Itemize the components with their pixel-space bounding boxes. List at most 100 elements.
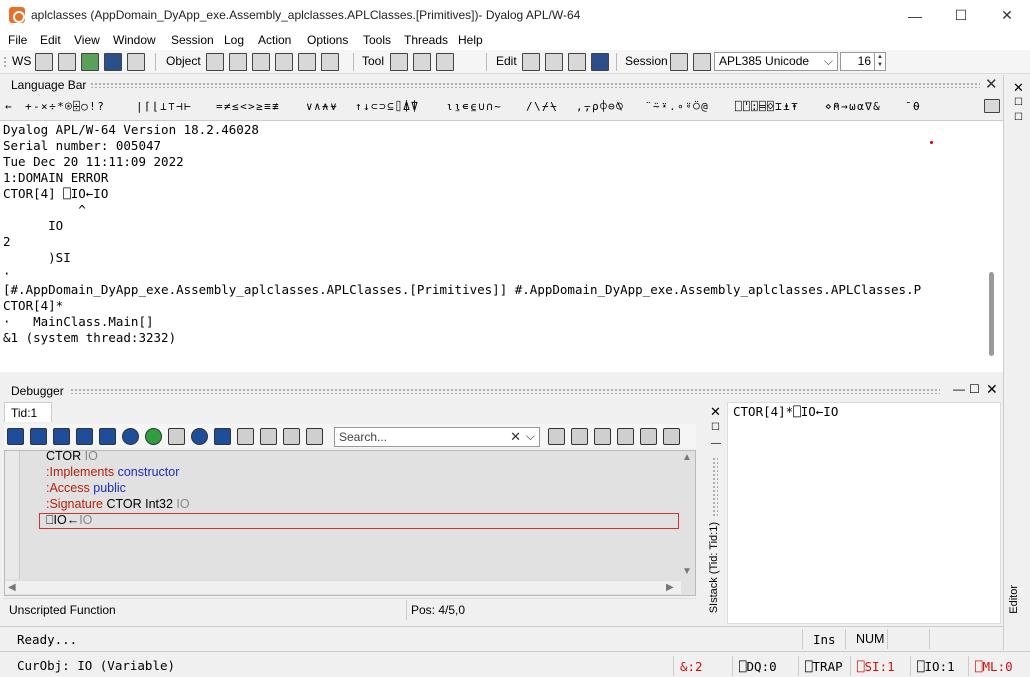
copy-ws-icon[interactable] [81, 53, 99, 71]
edit-copy-icon[interactable] [522, 53, 540, 71]
menu-options[interactable]: Options [307, 33, 348, 47]
glyph-group[interactable]: +-×÷*⍟⌹○!? [25, 100, 105, 113]
edit-name-icon[interactable] [168, 428, 185, 445]
edit-redo-icon[interactable] [591, 53, 609, 71]
pause-icon[interactable] [214, 428, 231, 445]
clear-stops-icon[interactable] [237, 428, 254, 445]
load-ws-icon[interactable] [58, 53, 76, 71]
continue-icon[interactable] [122, 428, 139, 445]
glyph-group[interactable]: |⌈⌊⊥⊤⊣⊢ [136, 100, 192, 113]
glyph-group[interactable]: =≠≤<>≥≡≢ [216, 100, 280, 113]
code-line[interactable]: CTOR IO [46, 449, 98, 463]
sistack-close-icon[interactable]: ✕ [710, 404, 721, 420]
grip-dots[interactable] [70, 388, 940, 394]
continue-trace-icon[interactable] [99, 428, 116, 445]
code-horizontal-scrollbar[interactable]: ◀ ▶ [5, 580, 681, 594]
explorer-icon[interactable] [390, 53, 408, 71]
sistack-minimize-icon[interactable]: — [711, 438, 721, 449]
code-gutter[interactable] [5, 451, 20, 579]
restart-threads-icon[interactable] [145, 428, 162, 445]
glyph-group[interactable]: ⋄⍝→⍵⍺∇& [825, 100, 881, 113]
code-line[interactable]: :Signature CTOR Int32 IO [46, 497, 190, 511]
language-bar-close-icon[interactable]: ✕ [985, 75, 998, 93]
dock-close-icon[interactable]: ✕ [1013, 80, 1024, 96]
match-case-icon[interactable] [548, 428, 565, 445]
spin-arrows-icon[interactable]: ▲ ▼ [874, 53, 885, 70]
dock-restore-icon[interactable]: ☐ [1014, 97, 1023, 108]
glyph-group[interactable]: ∨∧⍲⍱ [306, 100, 338, 113]
glyph-group[interactable]: ⎕⍞⍠⌸⌺⌶⍎⍕ [735, 100, 799, 113]
close-button[interactable]: ✕ [984, 0, 1030, 31]
language-bar-settings-icon[interactable] [984, 99, 1000, 113]
debugger-maximize-icon[interactable]: ☐ [969, 382, 980, 396]
sistack-restore-icon[interactable]: ☐ [711, 422, 720, 433]
object-paste-icon[interactable] [298, 53, 316, 71]
find-next-icon[interactable] [663, 428, 680, 445]
sistack-entry[interactable]: CTOR[4]*⎕IO←IO [733, 404, 838, 419]
whole-word-icon[interactable] [594, 428, 611, 445]
edit-paste-icon[interactable] [545, 53, 563, 71]
debugger-minimize-icon[interactable]: — [953, 382, 965, 396]
regex-icon[interactable] [571, 428, 588, 445]
menu-view[interactable]: View [74, 33, 100, 47]
line-numbers-icon[interactable] [283, 428, 300, 445]
trace-into-icon[interactable] [30, 428, 47, 445]
menu-edit[interactable]: Edit [40, 33, 61, 47]
minimize-button[interactable]: — [892, 0, 938, 31]
save-ws-icon[interactable] [104, 53, 122, 71]
menu-help[interactable]: Help [458, 33, 483, 47]
session-font-icon[interactable] [693, 53, 711, 71]
clear-search-icon[interactable]: ✕ [510, 429, 521, 445]
session-log-icon[interactable] [670, 53, 688, 71]
chevron-down-icon[interactable]: ⌵ [526, 429, 535, 444]
code-vertical-scrollbar[interactable]: ▲ ▼ [680, 451, 694, 579]
tab-tid-1[interactable]: Tid:1 [4, 402, 52, 422]
clear-ws-icon[interactable] [35, 53, 53, 71]
session-window[interactable]: Dyalog APL/W-64 Version 18.2.46028 Serial… [0, 120, 1003, 372]
debugger-search-input[interactable]: Search... ✕ ⌵ [334, 427, 540, 447]
maximize-button[interactable]: ☐ [938, 0, 984, 31]
menu-threads[interactable]: Threads [404, 33, 448, 47]
menu-window[interactable]: Window [113, 33, 156, 47]
code-line[interactable]: :Access public [46, 481, 126, 495]
grip-dots[interactable] [90, 82, 980, 88]
replace-icon[interactable] [617, 428, 634, 445]
object-copy-icon[interactable] [275, 53, 293, 71]
glyph-group[interactable]: ⍳⍸∊⍷∪∩~ [446, 100, 502, 113]
glyph-group[interactable]: ← [5, 100, 13, 113]
glyph-group[interactable]: ¯⍬ [905, 100, 921, 113]
code-line[interactable]: :Implements constructor [46, 465, 179, 479]
editor-tab[interactable]: Editor [1008, 585, 1020, 614]
menu-file[interactable]: File [8, 33, 27, 47]
menu-tools[interactable]: Tools [363, 33, 391, 47]
sistack-pane[interactable]: CTOR[4]*⎕IO←IO [727, 402, 1001, 624]
menu-action[interactable]: Action [258, 33, 291, 47]
code-line[interactable]: ⎕IO←IO [46, 513, 92, 528]
session-scrollbar[interactable] [989, 272, 994, 356]
find-icon[interactable] [413, 53, 431, 71]
menu-session[interactable]: Session [171, 33, 214, 47]
font-size-spinner[interactable]: 16 ▲ ▼ [840, 52, 886, 71]
object-new-icon[interactable] [206, 53, 224, 71]
object-props-icon[interactable] [321, 53, 339, 71]
forward-icon[interactable] [76, 428, 93, 445]
backward-icon[interactable] [53, 428, 70, 445]
interrupt-icon[interactable] [191, 428, 208, 445]
open-editor-icon[interactable] [306, 428, 323, 445]
menu-log[interactable]: Log [224, 33, 244, 47]
stop-icon[interactable] [436, 53, 454, 71]
glyph-group[interactable]: ↑↓⊂⊃⊆⌷⍋⍒ [355, 100, 419, 113]
glyph-group[interactable]: /\⌿⍀ [526, 100, 558, 113]
replace-all-icon[interactable] [640, 428, 657, 445]
grip-dots[interactable] [712, 457, 718, 517]
glyph-group[interactable]: ¨⍨⍣.∘⍤⍥@ [645, 100, 709, 113]
edit-undo-icon[interactable] [568, 53, 586, 71]
dock-maximize-icon[interactable]: ☐ [1014, 112, 1023, 123]
glyph-group[interactable]: ,⍪⍴⌽⊖⍉ [576, 100, 624, 113]
object-edit-icon[interactable] [229, 53, 247, 71]
save-as-icon[interactable] [127, 53, 145, 71]
font-select[interactable]: APL385 Unicode ⌵ [714, 52, 838, 71]
debugger-close-icon[interactable]: ✕ [986, 381, 998, 398]
list-icon[interactable] [260, 428, 277, 445]
execute-line-icon[interactable] [7, 428, 24, 445]
